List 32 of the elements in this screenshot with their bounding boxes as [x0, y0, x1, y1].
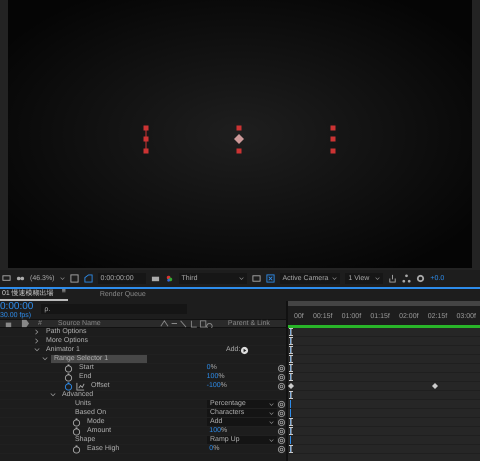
stopwatch-icon[interactable] [72, 426, 81, 436]
region-icon[interactable] [84, 274, 93, 283]
play-circle-icon[interactable] [240, 346, 250, 354]
safe-area-icon[interactable] [252, 274, 261, 283]
channel-icon[interactable] [164, 274, 174, 283]
network-icon[interactable] [402, 274, 412, 283]
stopwatch-icon[interactable] [64, 364, 73, 372]
stopwatch-icon[interactable] [72, 444, 81, 454]
caret-icon[interactable] [60, 276, 65, 281]
stopwatch-icon[interactable] [72, 418, 81, 426]
graph-icon[interactable] [76, 382, 85, 390]
camera-icon[interactable] [150, 274, 160, 283]
caret-icon[interactable] [332, 276, 338, 281]
keyframe-icon[interactable] [432, 383, 438, 389]
settings-icon[interactable] [416, 274, 426, 283]
label-tag-icon [21, 319, 30, 328]
caret-icon[interactable] [238, 276, 244, 281]
keyframe-icon[interactable] [288, 383, 294, 389]
stopwatch-icon[interactable] [64, 372, 73, 382]
stopwatch-icon[interactable] [64, 382, 73, 390]
transparency-grid-icon[interactable] [266, 274, 275, 283]
chevron-icon[interactable] [42, 356, 48, 362]
caret-icon[interactable] [375, 276, 380, 281]
mask-icon[interactable] [16, 274, 25, 283]
chevron-icon[interactable] [34, 347, 40, 353]
current-time[interactable]: 0:00:00 [0, 301, 34, 312]
chevron-icon[interactable] [50, 392, 56, 398]
chevron-icon[interactable] [34, 338, 40, 344]
share-icon[interactable] [388, 274, 398, 283]
chevron-icon[interactable] [34, 329, 40, 335]
monitor-icon[interactable] [2, 274, 11, 283]
caret-icon[interactable] [269, 438, 274, 442]
